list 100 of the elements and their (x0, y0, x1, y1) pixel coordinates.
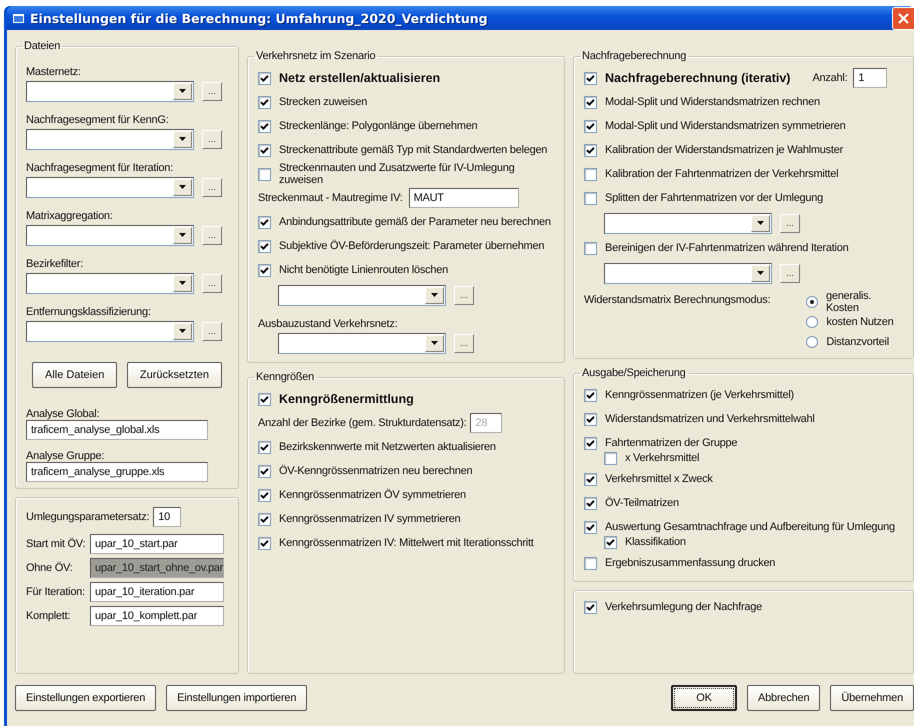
caret-icon (757, 271, 764, 275)
checkbox[interactable] (584, 472, 597, 486)
dropdown-field[interactable] (26, 272, 194, 294)
checkbox[interactable] (584, 72, 597, 84)
browse-button[interactable]: ... (202, 226, 222, 244)
checkbox[interactable] (258, 488, 271, 502)
push-button[interactable]: Übernehmen (830, 685, 914, 711)
close-button[interactable] (892, 6, 914, 30)
text-field[interactable]: upar_10_iteration.par (90, 582, 224, 602)
close-icon (898, 12, 909, 24)
caret-icon (757, 221, 764, 225)
count-label: Anzahl: (812, 72, 848, 84)
browse-button[interactable]: ... (202, 130, 222, 148)
field-label: Start mit ÖV: (26, 538, 86, 550)
text-field[interactable]: traficem_analyse_gruppe.xls (26, 462, 208, 482)
checkbox[interactable] (584, 388, 597, 402)
checkbox-label: Kenngrössenmatrizen (je Verkehrsmittel) (605, 389, 794, 401)
field-label: Widerstandsmatrix Berechnungsmodus: (584, 293, 772, 308)
dropdown-field[interactable] (278, 332, 446, 354)
browse-button[interactable]: ... (202, 274, 222, 292)
push-button[interactable]: OK (670, 685, 737, 711)
browse-button[interactable]: ... (202, 82, 222, 100)
checkbox[interactable] (604, 536, 617, 548)
checkbox[interactable] (584, 96, 597, 108)
checkbox[interactable] (584, 496, 597, 510)
dropdown-field[interactable] (26, 128, 194, 150)
text-field[interactable]: traficem_analyse_global.xls (26, 420, 208, 440)
checkbox[interactable] (584, 412, 597, 426)
push-button[interactable]: Einstellungen importieren (166, 685, 308, 711)
radio-button[interactable] (806, 336, 818, 348)
checkbox-label: Kenngrössenmatrizen ÖV symmetrieren (279, 489, 466, 501)
checkbox[interactable] (258, 536, 271, 550)
caret-icon (431, 293, 438, 297)
checkbox[interactable] (584, 192, 597, 204)
checkbox[interactable] (258, 464, 271, 478)
push-button[interactable]: Zurücksetzten (126, 362, 222, 388)
radio-label: kosten Nutzen (826, 316, 894, 328)
checkbox[interactable] (604, 452, 617, 464)
checkbox[interactable] (258, 240, 271, 252)
checkbox-label: Kalibration der Widerstandsmatrizen je Wahlmuster (605, 144, 843, 156)
radio-button[interactable] (806, 296, 818, 308)
field-label: Masternetz: (26, 65, 82, 78)
checkbox-label: Streckenlänge: Polygonlänge übernehmen (279, 120, 478, 132)
checkbox-label: Netz erstellen/aktualisieren (279, 71, 440, 85)
checkbox-label: Verkehrsumlegung der Nachfrage (605, 601, 762, 613)
field-label: Umlegungsparametersatz: (26, 511, 150, 523)
checkbox-label: Anbindungsattribute gemäß der Parameter neu berechnen (279, 216, 551, 228)
checkbox-label: Splitten der Fahrtenmatrizen vor der Umlegung (605, 192, 824, 204)
checkbox[interactable] (584, 556, 597, 570)
push-button[interactable]: Alle Dateien (32, 362, 118, 388)
browse-button[interactable]: ... (202, 178, 222, 196)
browse-button[interactable]: ... (780, 214, 800, 232)
push-button[interactable]: Einstellungen exportieren (15, 685, 156, 711)
checkbox[interactable] (258, 72, 271, 84)
text-field[interactable]: 10 (153, 507, 182, 527)
checkbox[interactable] (584, 168, 597, 180)
dropdown-field[interactable] (26, 176, 194, 198)
checkbox[interactable] (584, 520, 597, 534)
count-field[interactable]: 1 (853, 68, 888, 88)
checkbox-label: Nachfrageberechnung (iterativ) (605, 71, 790, 85)
checkbox[interactable] (258, 440, 271, 454)
checkbox[interactable] (258, 168, 271, 180)
dropdown-field[interactable] (26, 320, 194, 342)
dropdown-field[interactable] (26, 80, 194, 102)
caret-icon (179, 137, 186, 141)
push-button[interactable]: Abbrechen (746, 685, 820, 711)
dropdown-field[interactable] (604, 262, 772, 284)
checkbox[interactable] (584, 600, 597, 614)
checkbox[interactable] (258, 96, 271, 108)
checkbox[interactable] (584, 436, 597, 450)
checkbox[interactable] (258, 392, 271, 406)
checkbox[interactable] (258, 144, 271, 156)
dropdown-field[interactable] (604, 212, 772, 234)
field-label: Ausbauzustand Verkehrsnetz: (258, 317, 398, 330)
checkbox[interactable] (258, 216, 271, 228)
dropdown-field[interactable] (278, 284, 446, 306)
radio-button[interactable] (806, 316, 818, 328)
browse-button[interactable]: ... (454, 286, 474, 304)
window-title: Einstellungen für die Berechnung: Umfahrung_2020_Verdichtung (30, 10, 488, 26)
text-field[interactable]: upar_10_komplett.par (90, 606, 224, 626)
dropdown-field[interactable] (26, 224, 194, 246)
checkbox[interactable] (258, 120, 271, 132)
checkbox[interactable] (584, 144, 597, 156)
browse-button[interactable]: ... (780, 264, 800, 282)
text-field[interactable]: MAUT (408, 188, 519, 208)
radio-label: Distanzvorteil (826, 336, 889, 348)
caret-icon (179, 185, 186, 189)
browse-button[interactable]: ... (454, 334, 474, 352)
checkbox-label: Streckenmauten und Zusatzwerte für IV-Umlegung zuweisen (279, 162, 516, 186)
field-label: Anzahl der Bezirke (gem. Strukturdatensatz): (258, 417, 466, 429)
caret-icon (179, 329, 186, 333)
checkbox[interactable] (258, 264, 271, 276)
checkbox[interactable] (584, 120, 597, 132)
checkbox-label: x Verkehrsmittel (625, 452, 700, 464)
checkbox[interactable] (584, 242, 597, 254)
checkbox-label: Subjektive ÖV-Beförderungszeit: Parameter übernehmen (279, 240, 544, 252)
checkbox[interactable] (258, 512, 271, 526)
browse-button[interactable]: ... (202, 322, 222, 340)
field-label: Für Iteration: (26, 586, 86, 598)
text-field[interactable]: upar_10_start.par (90, 534, 224, 554)
